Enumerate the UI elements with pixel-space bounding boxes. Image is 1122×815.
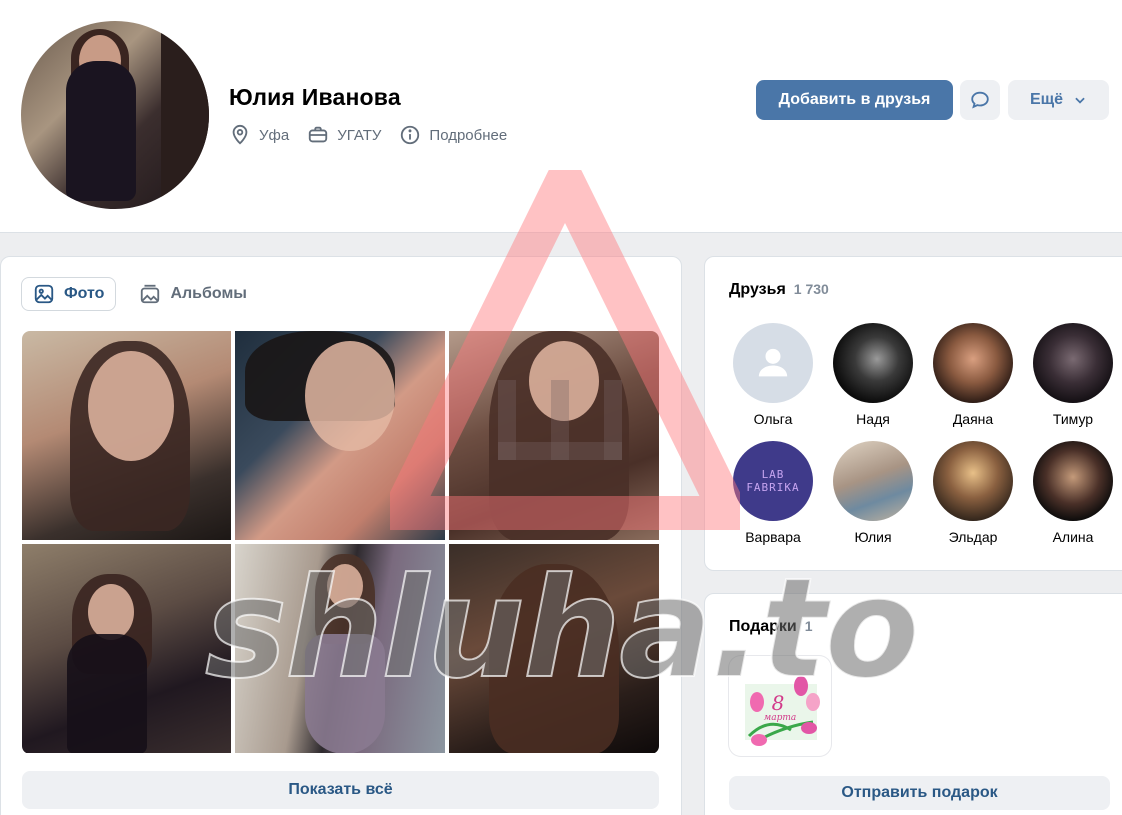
profile-name: Юлия Иванова [229, 84, 401, 110]
tulips-gift-image: 8 марта [745, 676, 820, 746]
friend-item[interactable]: Юлия [823, 441, 923, 545]
friend-item[interactable]: Надя [823, 323, 923, 427]
gift-caption: марта [764, 713, 797, 723]
friends-title[interactable]: Друзья 1 730 [729, 281, 829, 299]
friend-avatar [1033, 441, 1113, 521]
friend-avatar [833, 323, 913, 403]
friend-name: Даяна [952, 411, 994, 427]
more-actions-label: Ещё [1029, 91, 1064, 108]
profile-more-info[interactable]: Подробнее [399, 124, 507, 146]
friends-count: 1 730 [793, 281, 829, 297]
friend-name: Варвара [745, 529, 801, 545]
message-bubble-icon [971, 91, 989, 109]
photo-grid [22, 331, 659, 754]
photo-thumbnail[interactable] [235, 331, 445, 540]
profile-university[interactable]: УГАТУ [307, 124, 381, 146]
friend-avatar [733, 323, 813, 403]
friend-avatar [1033, 323, 1113, 403]
friend-item[interactable]: LAB FABRIKA Варвара [723, 441, 823, 545]
gift-number: 8 [772, 691, 785, 715]
photo-icon [34, 284, 54, 304]
friend-avatar [833, 441, 913, 521]
photo-thumbnail[interactable] [22, 544, 231, 753]
photo-thumbnail[interactable] [449, 544, 659, 753]
photos-card: Фото Альбомы Показать всё [0, 256, 682, 815]
albums-icon [141, 284, 160, 304]
lab-fabrika-logo: LAB FABRIKA [746, 468, 800, 494]
friend-item[interactable]: Даяна [923, 323, 1023, 427]
profile-city-label: Уфа [259, 126, 290, 144]
tab-albums[interactable]: Альбомы [128, 277, 258, 311]
add-friend-button[interactable]: Добавить в друзья [756, 80, 953, 120]
friends-card: Друзья 1 730 Ольга Надя Даяна Тимур LAB … [704, 256, 1122, 571]
profile-more-info-label: Подробнее [429, 126, 508, 144]
photo-thumbnail[interactable] [235, 544, 445, 753]
photos-tabs: Фото Альбомы [21, 277, 258, 311]
profile-university-label: УГАТУ [337, 126, 382, 144]
friend-avatar: LAB FABRIKA [733, 441, 813, 521]
gifts-title-label: Подарки [729, 618, 797, 635]
avatar-photo-background [161, 21, 209, 209]
profile-city[interactable]: Уфа [229, 124, 289, 146]
friend-name: Юлия [854, 529, 892, 545]
gifts-count: 1 [804, 618, 813, 634]
profile-avatar[interactable] [21, 21, 209, 209]
more-actions-button[interactable]: Ещё [1008, 80, 1109, 120]
friend-name: Тимур [1052, 411, 1094, 427]
friends-title-label: Друзья [729, 281, 786, 298]
photo-thumbnail[interactable] [449, 331, 659, 540]
friend-avatar [933, 323, 1013, 403]
friend-avatar [933, 441, 1013, 521]
profile-meta: Уфа УГАТУ Подробнее [229, 124, 507, 146]
friends-list: Ольга Надя Даяна Тимур LAB FABRIKA Варва… [723, 323, 1122, 545]
tab-albums-label: Альбомы [170, 285, 247, 302]
friend-item[interactable]: Эльдар [923, 441, 1023, 545]
friend-name: Ольга [753, 411, 793, 427]
chevron-down-icon [1075, 97, 1085, 104]
gifts-card: Подарки 1 8 марта Отправить подарок [704, 593, 1122, 815]
default-user-icon [758, 348, 788, 377]
friend-name: Эльдар [948, 529, 998, 545]
gifts-title[interactable]: Подарки 1 [729, 618, 813, 636]
avatar-photo-figure [66, 61, 136, 201]
tab-photos[interactable]: Фото [21, 277, 117, 311]
friend-item[interactable]: Алина [1023, 441, 1122, 545]
photo-thumbnail[interactable] [22, 331, 231, 540]
send-gift-button[interactable]: Отправить подарок [729, 776, 1110, 810]
friend-item[interactable]: Тимур [1023, 323, 1122, 427]
briefcase-icon [309, 126, 328, 143]
tab-photos-label: Фото [64, 285, 105, 302]
friend-name: Надя [856, 411, 890, 427]
info-icon [401, 125, 420, 145]
location-pin-icon [232, 124, 248, 145]
show-all-photos-button[interactable]: Показать всё [22, 771, 659, 809]
message-button[interactable] [960, 80, 1000, 120]
friend-name: Алина [1052, 529, 1094, 545]
friend-item[interactable]: Ольга [723, 323, 823, 427]
gift-item[interactable]: 8 марта [729, 656, 831, 756]
profile-header: Юлия Иванова Уфа УГАТУ Подробнее Добавит… [0, 0, 1122, 233]
